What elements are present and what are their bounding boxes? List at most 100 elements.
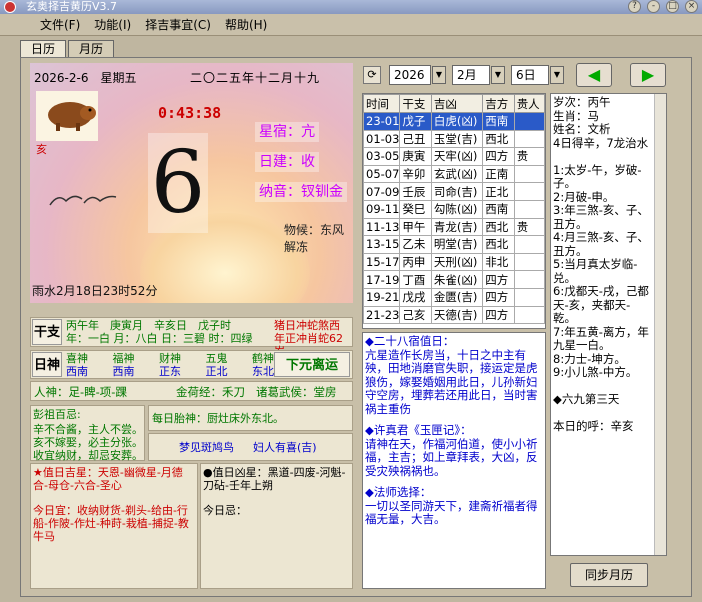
minimize-icon[interactable]: - <box>647 0 660 13</box>
menu-help[interactable]: 帮助(H) <box>225 16 267 33</box>
shen-names: 喜神 福神 财神 五鬼 鹤神 <box>66 352 274 365</box>
hour-cell: 贵 <box>513 217 545 237</box>
dream-box: 梦见斑鸠鸟 妇人有喜(吉) <box>148 433 353 461</box>
dream: 梦见斑鸠鸟 <box>179 441 234 454</box>
side-line: 姓名：文析 <box>553 122 611 136</box>
hour-cell: 四方 <box>482 305 515 325</box>
hour-cell: 玄武(凶) <box>430 164 484 184</box>
maximize-icon[interactable]: □ <box>666 0 679 13</box>
day-dropdown-icon[interactable]: ▼ <box>550 66 564 84</box>
hour-cell: 21-23 <box>363 305 401 325</box>
hour-row[interactable]: 17-19 丁酉 朱雀(凶) 四方 <box>363 270 545 289</box>
clock: 0:43:38 <box>158 104 222 122</box>
col-time: 时间 <box>363 94 401 113</box>
notes-l4: 请神在天，作福河伯道，使小小祈福，主吉；如上章拜表，大凶，反受灾殃祸祸也。 <box>365 436 538 478</box>
hour-cell <box>513 235 545 254</box>
hour-row[interactable]: 05-07 辛卯 玄武(凶) 正南 <box>363 164 545 184</box>
menu-file[interactable]: 文件(F) <box>40 16 80 33</box>
xiongxing-ji: 今日忌： <box>203 504 247 517</box>
pengzu-l1: 辛不合酱，主人不尝。 <box>33 423 143 436</box>
shen-dir: 西南 <box>66 365 88 378</box>
notes-l1: ◆二十八宿值日： <box>365 334 455 348</box>
side-line: 4日得辛，7龙治水 <box>553 135 649 150</box>
hour-cell <box>513 252 545 272</box>
date-label: 2026-2-6 星期五 <box>34 71 137 85</box>
sync-month-button[interactable]: 同步月历 <box>570 563 648 587</box>
xiongxing-title: ●值日凶星：黑道-四废-河魁-刀砧-壬年上朔 <box>203 466 346 492</box>
xiongxing-box: ●值日凶星：黑道-四废-河魁-刀砧-壬年上朔 今日忌： <box>200 463 353 589</box>
hour-row[interactable]: 09-11 癸巳 勾陈(凶) 西南 <box>363 199 545 219</box>
side-info[interactable]: 岁次：丙午 生肖：马 姓名：文析 4日得辛，7龙治水 1:太岁-午，岁破-子。 2:月破-… <box>550 93 667 556</box>
month-dropdown-icon[interactable]: ▼ <box>491 66 505 84</box>
ganzhi-label: 干支 <box>32 319 62 345</box>
shen-dirs: 西南 西南 正东 正北 东北 <box>66 365 274 378</box>
hour-row[interactable]: 07-09 壬辰 司命(吉) 正北 <box>363 182 545 201</box>
shen-name: 财神 <box>159 352 181 365</box>
hour-cell: 戊子 <box>399 112 432 131</box>
birds-icon <box>49 195 117 206</box>
day-select[interactable]: 6日 <box>511 65 549 85</box>
hour-cell: 19-21 <box>363 287 401 307</box>
month-select[interactable]: 2月 <box>452 65 490 85</box>
hour-cell <box>513 305 545 325</box>
next-day-button[interactable]: ▶ <box>630 63 666 87</box>
hour-row[interactable]: 03-05 庚寅 天牢(凶) 四方贵 <box>363 147 545 166</box>
hour-cell <box>513 287 545 307</box>
pengzu-l3: 收宜纳财，却忌安葬。 <box>33 449 143 462</box>
shen-name: 鹤神 <box>252 352 274 365</box>
notes-box[interactable]: ◆二十八宿值日： 亢星造作长房当，十日之中主有殃，田地消磨官失职，接运定是虎狼伤… <box>362 332 546 589</box>
hour-row[interactable]: 11-13 甲午 青龙(吉) 西北贵 <box>363 217 545 237</box>
year-select[interactable]: 2026 <box>389 65 431 85</box>
year-dropdown-icon[interactable]: ▼ <box>432 66 446 84</box>
hour-row[interactable]: 19-21 戊戌 金匮(吉) 四方 <box>363 287 545 307</box>
hour-cell: 戊戌 <box>399 287 432 307</box>
shen-dir: 正北 <box>205 365 228 378</box>
hour-row[interactable]: 13-15 乙未 明堂(吉) 西北 <box>363 235 545 254</box>
hour-cell: 05-07 <box>363 164 401 184</box>
help-icon[interactable]: ? <box>628 0 641 13</box>
hour-cell: 天刑(凶) <box>430 252 484 272</box>
hour-cell <box>513 129 545 149</box>
hour-cell: 13-15 <box>363 235 401 254</box>
side-line: 5:当月真太岁临-兑。 <box>553 257 638 285</box>
col-ganzhi: 干支 <box>399 94 432 113</box>
side-line <box>553 380 652 394</box>
hour-cell <box>513 112 545 131</box>
menu-function[interactable]: 功能(I) <box>94 16 131 33</box>
hour-cell: 西南 <box>482 112 515 131</box>
side-line: 8:力士-坤方。 <box>553 351 626 366</box>
tab-day[interactable]: 日历 <box>20 40 66 57</box>
notes-l6: 一切以圣同游天下，建斋祈福者得福无量，大吉。 <box>365 498 538 526</box>
hour-row[interactable]: 23-01 戊子 白虎(凶) 西南 <box>363 112 545 131</box>
tab-month[interactable]: 月历 <box>68 40 114 57</box>
side-line <box>553 407 652 421</box>
window-title: 玄奥择吉黄历V3.7 <box>26 0 118 13</box>
refresh-icon[interactable]: ⟳ <box>363 66 381 84</box>
zhuge: 诸葛武侯：堂房 <box>256 385 337 399</box>
jixing-box: ★值日吉星：天恩-幽微星-月德合-母仓-六合-圣心 今日宜：收纳财货-剃头-给由… <box>30 463 198 589</box>
day-picture: 2026-2-6 星期五 二〇二五年十二月十九 亥 0:43:38 6 星宿：亢… <box>30 63 353 303</box>
shen-dir: 西南 <box>112 365 135 378</box>
hour-cell: 03-05 <box>363 147 401 166</box>
hour-cell: 明堂(吉) <box>430 235 484 254</box>
jixing-yi: 今日宜：收纳财货-剃头-给由-行船-作陂-作灶-种莳-栽植-捕捉-教牛马 <box>33 504 189 543</box>
prev-day-button[interactable]: ◀ <box>576 63 612 87</box>
side-scrollbar[interactable] <box>654 94 666 555</box>
hour-row[interactable]: 01-03 己丑 玉堂(吉) 西北 <box>363 129 545 149</box>
menu-bar: 文件(F) 功能(I) 择吉事宜(C) 帮助(H) <box>0 14 702 36</box>
hour-cell: 丁酉 <box>399 270 432 289</box>
taishen: 每日胎神：厨灶床外东北。 <box>152 412 284 425</box>
hour-cell: 辛卯 <box>399 164 432 184</box>
shen-dir: 东北 <box>252 365 274 378</box>
hour-row[interactable]: 21-23 己亥 天德(吉) 四方 <box>363 305 545 325</box>
hour-cell: 白虎(凶) <box>430 112 484 131</box>
hour-cell: 丙申 <box>399 252 432 272</box>
chong-line1: 猪日冲蛇煞西 <box>274 319 340 332</box>
close-icon[interactable]: × <box>685 0 698 13</box>
dream2: 妇人有喜(吉) <box>253 441 317 454</box>
hour-cell: 朱雀(凶) <box>430 270 484 289</box>
side-line: 9:小儿煞-中方。 <box>553 365 638 379</box>
menu-choose[interactable]: 择吉事宜(C) <box>145 16 211 33</box>
hour-row[interactable]: 15-17 丙申 天刑(凶) 非北 <box>363 252 545 272</box>
hour-cell: 贵 <box>513 147 545 166</box>
